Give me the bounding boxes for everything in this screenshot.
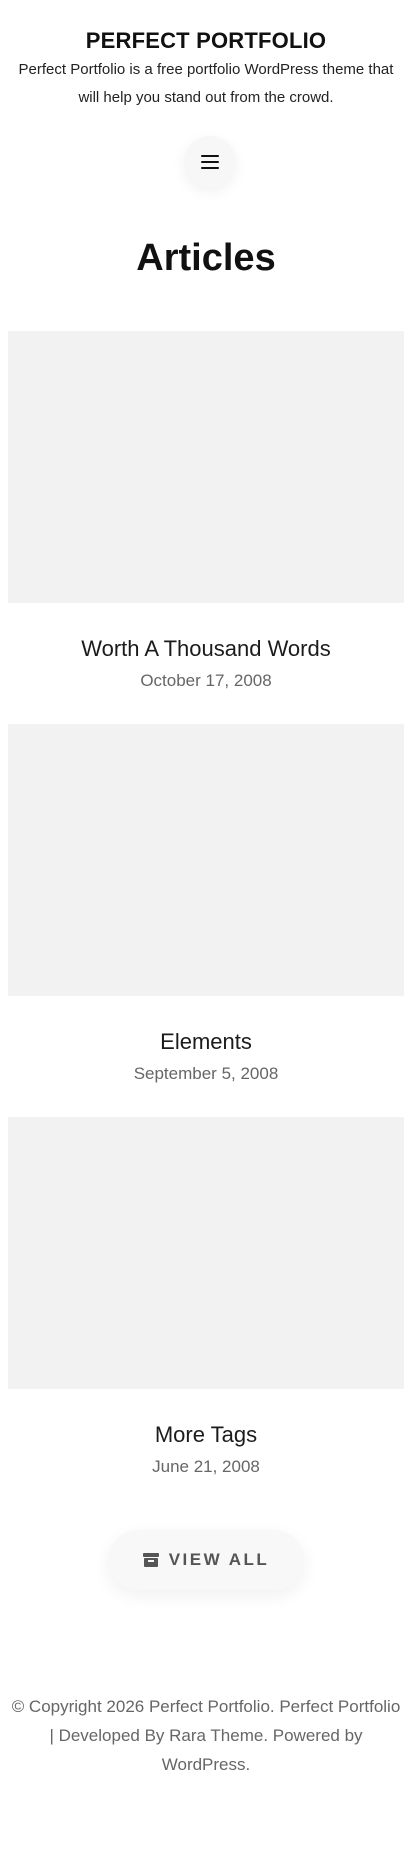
post-card: Worth A Thousand Words October 17, 2008 (8, 331, 404, 693)
post-date[interactable]: June 21, 2008 (8, 1455, 404, 1479)
view-all-label: VIEW ALL (168, 1550, 270, 1569)
page: PERFECT PORTFOLIO Perfect Portfolio is a… (0, 0, 412, 1857)
post-date[interactable]: October 17, 2008 (8, 669, 404, 693)
post-card: Elements September 5, 2008 (8, 724, 404, 1086)
post-card: More Tags June 21, 2008 (8, 1117, 404, 1479)
post-title[interactable]: Worth A Thousand Words (8, 635, 404, 663)
post-thumbnail[interactable] (8, 331, 404, 603)
post-date[interactable]: September 5, 2008 (8, 1062, 404, 1086)
hamburger-menu-icon (201, 154, 219, 170)
post-thumbnail[interactable] (8, 724, 404, 996)
articles-heading: Articles (134, 237, 279, 279)
section-heading: Articles (0, 236, 412, 280)
post-title[interactable]: Elements (8, 1028, 404, 1056)
menu-toggle-button[interactable] (184, 136, 236, 188)
post-thumbnail[interactable] (8, 1117, 404, 1389)
footer-copyright: © Copyright 2026 Perfect Portfolio. Perf… (11, 1697, 401, 1774)
post-title[interactable]: More Tags (8, 1421, 404, 1449)
site-description: Perfect Portfolio is a free portfolio Wo… (18, 61, 394, 106)
archive-icon (142, 1553, 159, 1567)
site-title[interactable]: PERFECT PORTFOLIO (0, 28, 412, 54)
view-all-button[interactable]: VIEW ALL (108, 1530, 304, 1590)
